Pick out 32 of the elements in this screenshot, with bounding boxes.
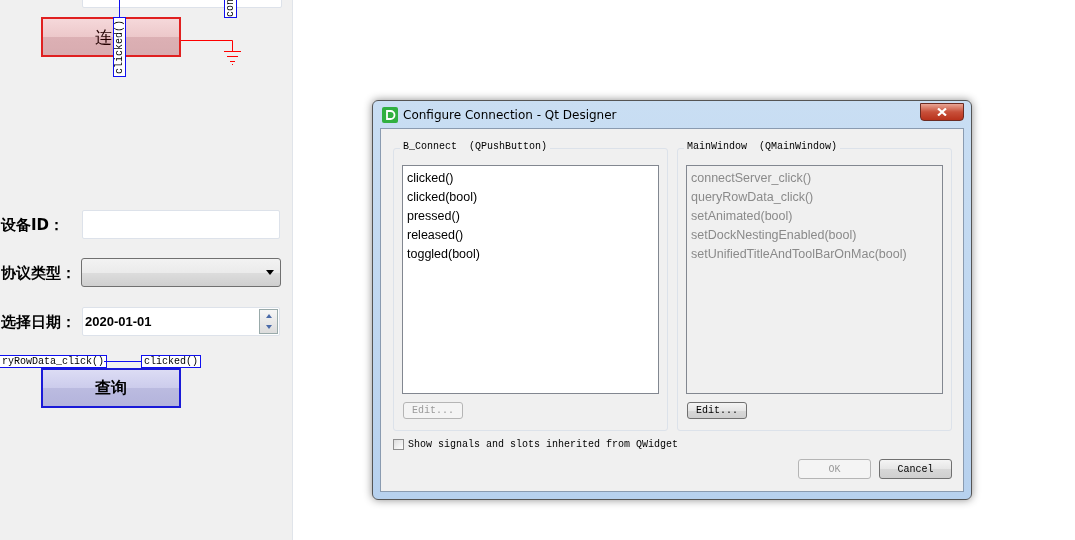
down-arrow-icon [265,325,272,330]
app-icon [382,106,398,123]
list-item[interactable]: toggled(bool) [407,245,654,264]
group-heading: B_Connect (QPushButton) [400,141,551,152]
close-button[interactable] [920,103,964,121]
window-title: Configure Connection - Qt Designer [403,107,617,122]
list-item[interactable]: clicked() [407,169,654,188]
group-heading: MainWindow (QMainWindow) [684,141,841,152]
cancel-button[interactable]: Cancel [879,459,952,479]
list-item[interactable]: released() [407,226,654,245]
signal-list[interactable]: clicked() clicked(bool) pressed() released() toggled(bool) [402,165,659,394]
caret-icon [266,270,274,275]
slot-label: ryRowData_click() [0,355,108,368]
up-arrow-icon [265,313,272,318]
checkbox-label: Show signals and slots inherited from QWidget [408,439,679,450]
ground-connection-drawing [181,40,241,65]
input-field[interactable] [82,210,280,239]
connection-line [104,361,142,363]
field-label: 选择日期： [1,313,76,332]
query-button[interactable]: 查询 [41,368,181,408]
close-icon [937,108,947,116]
connection-line [119,0,120,17]
list-item[interactable]: clicked(bool) [407,188,654,207]
date-field[interactable]: 2020-01-01 [82,307,280,336]
spin-buttons[interactable] [259,309,278,334]
field-label: 设备ID： [1,216,65,235]
checkbox[interactable] [393,439,404,450]
signal-label: clicked() [113,17,126,77]
dropdown[interactable] [81,258,281,287]
list-item[interactable]: pressed() [407,207,654,226]
signal-label: clicked() [141,355,201,368]
field-label: 协议类型： [1,264,76,283]
